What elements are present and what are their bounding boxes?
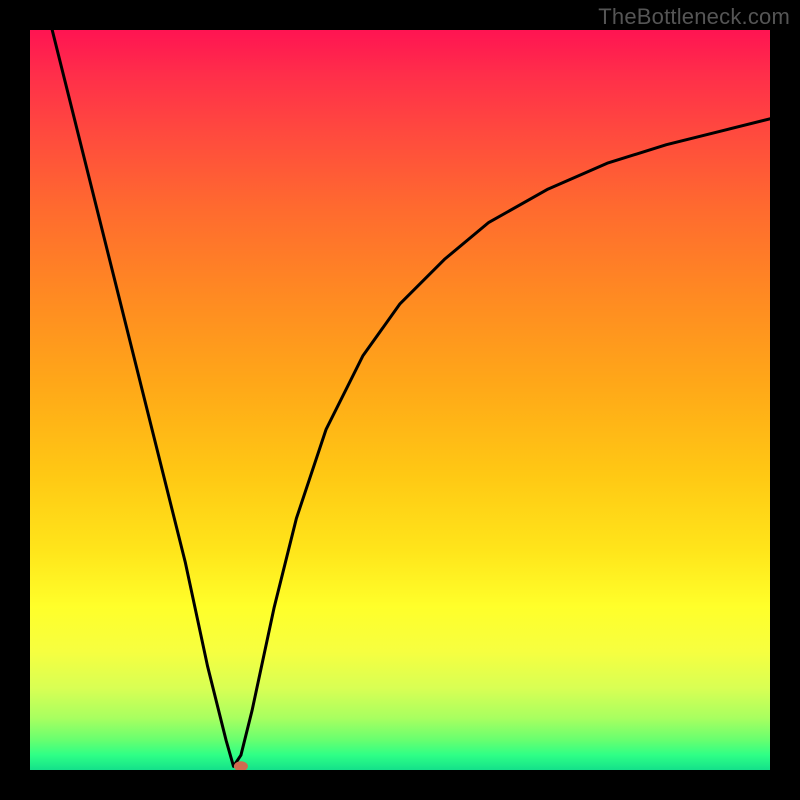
bottleneck-curve: [52, 30, 770, 766]
plot-area: [30, 30, 770, 770]
watermark-text: TheBottleneck.com: [598, 4, 790, 30]
curve-layer: [30, 30, 770, 770]
chart-frame: TheBottleneck.com: [0, 0, 800, 800]
